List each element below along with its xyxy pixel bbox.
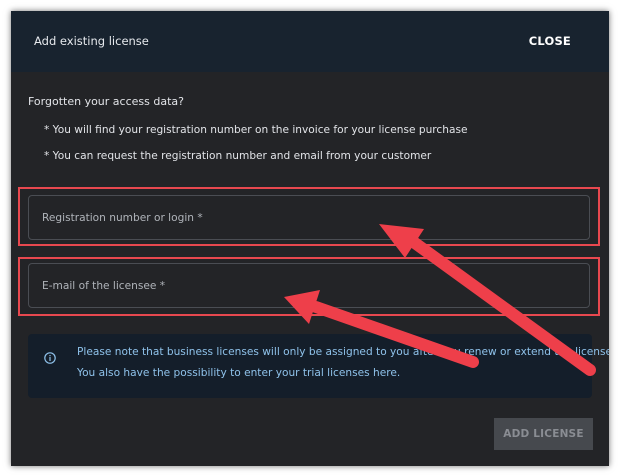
dialog-header: Add existing license CLOSE [11,11,609,72]
info-notice: Please note that business licenses will … [28,334,609,398]
hint-request-from-customer: * You can request the registration numbe… [44,150,432,162]
info-text-trial: You also have the possibility to enter y… [77,367,401,379]
close-button[interactable]: CLOSE [529,34,571,48]
dialog-title: Add existing license [34,34,149,48]
email-highlight: E-mail of the licensee * [18,257,600,316]
hint-registration-invoice: * You will find your registration number… [44,124,468,136]
add-license-dialog: Add existing license CLOSE Forgotten you… [11,11,609,466]
info-icon [44,352,56,364]
forgotten-access-heading: Forgotten your access data? [28,95,184,108]
info-text-business: Please note that business licenses will … [77,346,609,358]
registration-highlight: Registration number or login * [18,187,600,246]
registration-input[interactable]: Registration number or login * [28,195,590,240]
add-license-button[interactable]: ADD LICENSE [494,418,593,450]
email-input[interactable]: E-mail of the licensee * [28,263,590,308]
